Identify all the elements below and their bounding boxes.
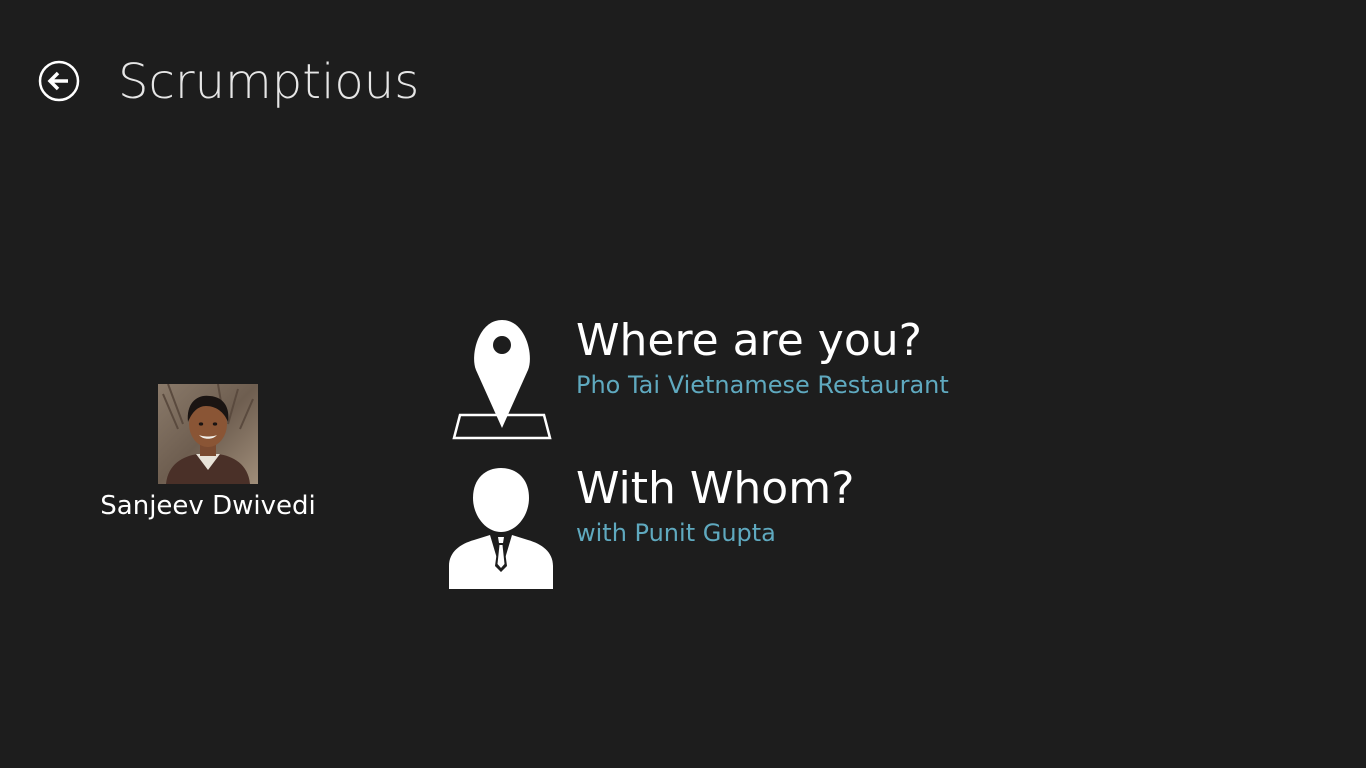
with-whom-text: With Whom? with Punit Gupta [576, 466, 854, 548]
person-icon [449, 468, 553, 589]
app-window: Scrumptious Sanjeev Dwivedi Where are yo… [0, 0, 1366, 768]
back-arrow-icon[interactable] [38, 60, 80, 102]
with-whom-heading: With Whom? [576, 463, 855, 514]
back-button[interactable] [38, 60, 80, 102]
where-are-you-heading: Where are you? [576, 315, 922, 366]
user-profile: Sanjeev Dwivedi [98, 384, 318, 522]
page-title: Scrumptious [118, 54, 420, 110]
location-value[interactable]: Pho Tai Vietnamese Restaurant [576, 370, 949, 400]
user-name: Sanjeev Dwivedi [100, 491, 316, 521]
companion-value[interactable]: with Punit Gupta [576, 518, 854, 548]
avatar [158, 384, 258, 484]
where-are-you-text: Where are you? Pho Tai Vietnamese Restau… [576, 318, 949, 400]
map-pin-icon [452, 320, 552, 440]
